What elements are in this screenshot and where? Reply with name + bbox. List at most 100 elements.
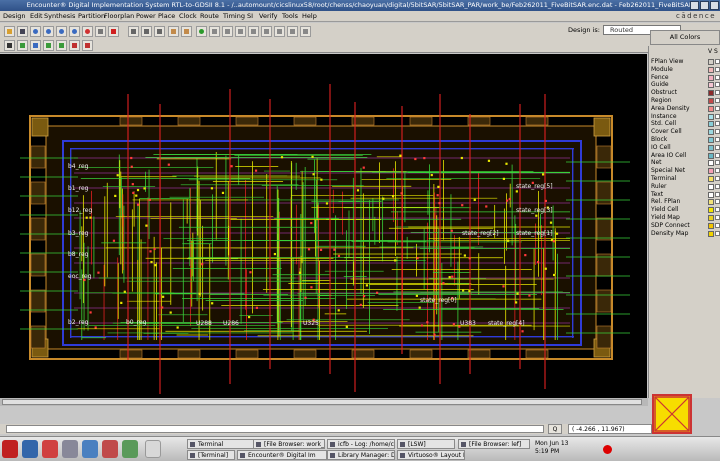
select-icon[interactable] bbox=[17, 26, 28, 37]
title-bar[interactable]: Encounter® Digital Implementation System… bbox=[0, 0, 720, 11]
cut-wire-icon[interactable] bbox=[30, 40, 41, 51]
layer-row[interactable]: Terminal bbox=[651, 175, 720, 183]
redraw-icon[interactable] bbox=[82, 26, 93, 37]
layer-color-swatch[interactable] bbox=[708, 207, 714, 214]
stretch-icon[interactable] bbox=[274, 26, 285, 37]
layer-select-checkbox[interactable] bbox=[715, 129, 720, 135]
layer-row[interactable]: Ruler bbox=[651, 183, 720, 191]
clock[interactable]: Mon Jun 13 5:19 PM bbox=[535, 440, 568, 456]
layer-row[interactable]: SDP Connect bbox=[651, 222, 720, 230]
layer-color-swatch[interactable] bbox=[708, 90, 714, 97]
copy-icon[interactable] bbox=[261, 26, 272, 37]
layer-color-swatch[interactable] bbox=[708, 59, 714, 65]
layer-color-swatch[interactable] bbox=[708, 199, 714, 206]
layer-select-checkbox[interactable] bbox=[715, 160, 720, 166]
layer-color-swatch[interactable] bbox=[708, 105, 714, 112]
scrollbar-thumb[interactable] bbox=[2, 399, 642, 405]
command-input[interactable] bbox=[6, 425, 544, 433]
route-icon[interactable] bbox=[154, 26, 165, 37]
hierarchy-icon[interactable] bbox=[141, 26, 152, 37]
layer-row[interactable]: Block bbox=[651, 136, 720, 144]
add-net-icon[interactable] bbox=[222, 26, 233, 37]
layer-row[interactable]: Area Density bbox=[651, 105, 720, 113]
add-pin-icon[interactable] bbox=[56, 40, 67, 51]
menu-verify[interactable]: Verify bbox=[259, 12, 277, 20]
menu-floorplan[interactable]: Floorplan bbox=[104, 12, 134, 20]
menu-design[interactable]: Design bbox=[3, 12, 25, 20]
layer-color-swatch[interactable] bbox=[708, 144, 714, 151]
layer-select-checkbox[interactable] bbox=[715, 230, 720, 236]
layer-color-swatch[interactable] bbox=[708, 183, 714, 190]
layer-row[interactable]: Density Map bbox=[651, 230, 720, 238]
task-file-browser-lef[interactable]: [File Browser: lef] bbox=[458, 439, 530, 449]
layer-color-swatch[interactable] bbox=[708, 129, 714, 136]
browser-icon[interactable] bbox=[22, 440, 38, 458]
layer-row[interactable]: Rel. FPlan bbox=[651, 198, 720, 206]
task-virtuoso-layout[interactable]: Virtuoso® Layout Edit bbox=[397, 450, 465, 460]
layer-select-checkbox[interactable] bbox=[715, 222, 720, 228]
move-icon[interactable] bbox=[248, 26, 259, 37]
layer-row[interactable]: Module bbox=[651, 66, 720, 74]
color-select-icon[interactable] bbox=[108, 26, 119, 37]
layer-color-swatch[interactable] bbox=[708, 215, 714, 221]
flip-icon[interactable] bbox=[69, 40, 80, 51]
layer-color-swatch[interactable] bbox=[708, 66, 714, 73]
layer-select-checkbox[interactable] bbox=[715, 137, 720, 142]
all-colors-button[interactable]: All Colors bbox=[650, 30, 720, 45]
task-terminal[interactable]: Terminal bbox=[187, 439, 262, 449]
layer-select-checkbox[interactable] bbox=[715, 74, 720, 80]
layer-row[interactable]: Yield Map bbox=[651, 214, 720, 222]
layer-select-checkbox[interactable] bbox=[715, 152, 720, 158]
menu-power[interactable]: Power bbox=[136, 12, 156, 20]
calc-icon[interactable] bbox=[122, 440, 138, 458]
open-folder-icon[interactable] bbox=[4, 26, 15, 37]
layer-color-swatch[interactable] bbox=[708, 191, 714, 198]
redo-icon[interactable] bbox=[181, 26, 192, 37]
pointer-icon[interactable] bbox=[4, 40, 15, 51]
mail-icon[interactable] bbox=[42, 440, 58, 458]
layer-color-swatch[interactable] bbox=[708, 113, 714, 120]
impress-icon[interactable] bbox=[102, 440, 118, 458]
close-button[interactable] bbox=[710, 1, 719, 10]
undo-icon[interactable] bbox=[168, 26, 179, 37]
layer-color-swatch[interactable] bbox=[708, 74, 714, 81]
layer-row[interactable]: Region bbox=[651, 97, 720, 105]
layer-row[interactable]: Area IO Cell bbox=[651, 152, 720, 160]
task-library-manager[interactable]: Library Manager: Direc bbox=[327, 450, 395, 460]
layer-select-checkbox[interactable] bbox=[715, 199, 720, 205]
layer-select-checkbox[interactable] bbox=[715, 215, 720, 220]
menu-help[interactable]: Help bbox=[302, 12, 317, 20]
layer-row[interactable]: Yield Cell bbox=[651, 206, 720, 214]
zoom-fit-icon[interactable] bbox=[56, 26, 67, 37]
move-wire-icon[interactable] bbox=[17, 40, 28, 51]
horizontal-scrollbar[interactable] bbox=[0, 398, 648, 406]
layer-row[interactable]: Special Net bbox=[651, 167, 720, 175]
layer-row[interactable]: Fence bbox=[651, 74, 720, 82]
query-button[interactable]: Q bbox=[548, 424, 562, 434]
menu-synthesis[interactable]: Synthesis bbox=[44, 12, 75, 20]
redhat-menu-icon[interactable] bbox=[2, 440, 18, 458]
layer-row[interactable]: FPlan View bbox=[651, 58, 720, 66]
layer-color-swatch[interactable] bbox=[708, 152, 714, 159]
ruler-icon[interactable] bbox=[95, 26, 106, 37]
layer-select-checkbox[interactable] bbox=[715, 207, 720, 213]
layer-row[interactable]: Obstruct bbox=[651, 89, 720, 97]
task-lsw[interactable]: [LSW] bbox=[397, 439, 455, 449]
maximize-button[interactable] bbox=[700, 1, 709, 10]
menu-timing[interactable]: Timing bbox=[223, 12, 245, 20]
layer-row[interactable]: IO Cell bbox=[651, 144, 720, 152]
zoom-area-icon[interactable] bbox=[69, 26, 80, 37]
rotate-icon[interactable] bbox=[82, 40, 93, 51]
layer-select-checkbox[interactable] bbox=[715, 98, 720, 103]
writer-icon[interactable] bbox=[82, 440, 98, 458]
layer-row[interactable]: Std. Cell bbox=[651, 120, 720, 128]
layer-select-checkbox[interactable] bbox=[715, 90, 720, 96]
layer-color-swatch[interactable] bbox=[708, 168, 714, 175]
task-icfb-log[interactable]: icfb - Log: /home/cyp bbox=[327, 439, 395, 449]
layer-color-swatch[interactable] bbox=[708, 137, 714, 143]
zoom-out-icon[interactable] bbox=[43, 26, 54, 37]
layer-select-checkbox[interactable] bbox=[715, 168, 720, 174]
overview-map[interactable] bbox=[652, 394, 692, 434]
stop-icon[interactable] bbox=[196, 26, 207, 37]
delete-icon[interactable] bbox=[300, 26, 311, 37]
